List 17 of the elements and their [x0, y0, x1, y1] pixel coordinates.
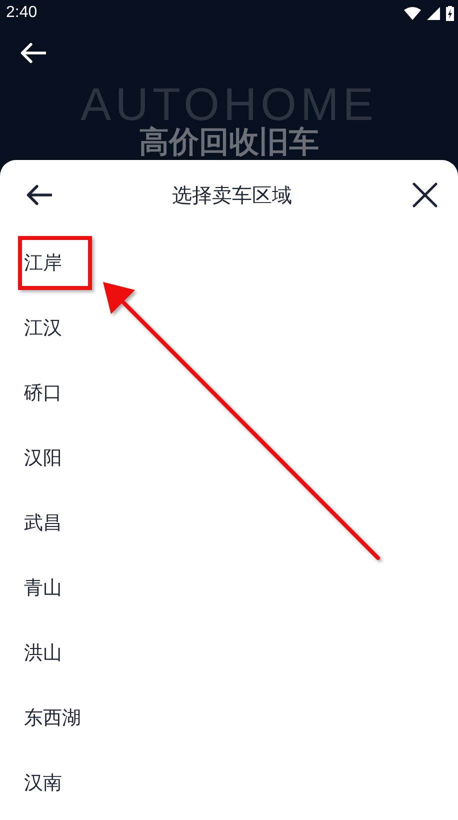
close-button[interactable]: [412, 182, 438, 208]
district-item[interactable]: 洪山: [24, 640, 62, 666]
district-item[interactable]: 武昌: [24, 510, 62, 536]
status-time: 2:40: [6, 4, 38, 22]
close-icon: [412, 182, 438, 208]
district-item[interactable]: 汉南: [24, 770, 62, 796]
district-item[interactable]: 汉阳: [24, 444, 62, 470]
sheet-title: 选择卖车区域: [172, 182, 292, 208]
district-item[interactable]: 江汉: [24, 314, 62, 340]
district-item[interactable]: 青山: [24, 574, 62, 600]
wifi-icon: [404, 6, 421, 20]
headline: 高价回收旧车: [139, 126, 319, 160]
battery-icon: [446, 6, 454, 20]
signal-icon: [427, 6, 440, 20]
district-item[interactable]: 东西湖: [24, 704, 81, 730]
district-item[interactable]: 硚口: [24, 380, 62, 406]
district-item[interactable]: 江岸: [24, 250, 62, 276]
